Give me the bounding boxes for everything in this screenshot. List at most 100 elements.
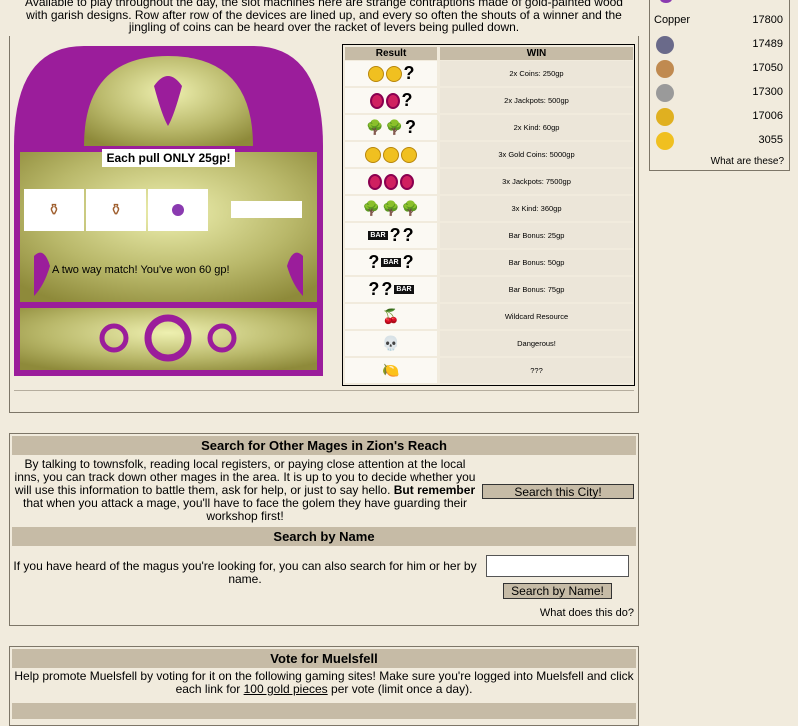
currency-value: 17800 [752, 14, 783, 26]
bar-icon: BAR [394, 285, 414, 294]
currency-row: 17489 [653, 35, 787, 55]
skull-icon: 💀 [382, 335, 400, 351]
description-line: workshop first! [206, 509, 284, 523]
question-icon: ? [368, 279, 380, 299]
pay-table-row: 🌳 🌳 🌳 3x Kind: 360gp [345, 196, 633, 221]
question-icon: ? [401, 90, 413, 110]
tree-icon: 🌳 [382, 200, 400, 216]
pay-table-row: ? 2x Coins: 250gp [345, 61, 633, 86]
what-does-this-do-link[interactable]: What does this do? [540, 607, 634, 619]
result-cell: 🍋 [345, 358, 437, 383]
search-mages-description: By talking to townsfolk, reading local r… [10, 458, 480, 523]
result-cell [345, 142, 437, 167]
gold-coin-icon [401, 146, 417, 163]
question-icon: ? [381, 279, 393, 299]
currency-row: 3055 [653, 131, 787, 151]
tree-icon: 🌳 [362, 200, 381, 216]
intro-text: Available to play throughout the day, th… [10, 0, 638, 34]
currency-value: 17006 [752, 110, 783, 122]
currency-icon [660, 0, 672, 3]
pay-table-row: 3x Jackpots: 7500gp [345, 169, 633, 194]
description-text: will use this information to battle them… [14, 483, 391, 497]
question-icon: ? [403, 63, 415, 83]
gold-coin-icon [385, 65, 402, 82]
question-icon: ? [402, 252, 414, 272]
pay-table-row: 🍋 ??? [345, 358, 633, 383]
currency-row: 17006 [653, 107, 787, 127]
bar-icon: BAR [368, 231, 388, 240]
search-mages-title: Search for Other Mages in Zion's Reach [12, 436, 636, 455]
reel-2: ⚱ [86, 189, 146, 231]
reel-1: ⚱ [24, 189, 84, 231]
pay-table-row: ? BAR? Bar Bonus: 50gp [345, 250, 633, 275]
pay-table-row: 🌳 🌳? 2x Kind: 60gp [345, 115, 633, 140]
win-cell: ??? [440, 358, 633, 383]
result-cell: 🍒 [345, 304, 437, 329]
what-are-these-link[interactable]: What are these? [711, 156, 784, 167]
pay-table-row: 🍒 Wildcard Resource [345, 304, 633, 329]
leaf-icon: 🍋 [382, 362, 400, 378]
gold-coin-icon [367, 65, 384, 82]
currency-row: 17300 [653, 83, 787, 103]
question-icon: ? [368, 252, 380, 272]
pay-table-row: 3x Gold Coins: 5000gp [345, 142, 633, 167]
urn-icon: ⚱ [109, 202, 123, 219]
currency-row: 17050 [653, 59, 787, 79]
result-cell: ? BAR? [345, 250, 437, 275]
gear-coin-icon [656, 36, 674, 54]
win-cell: 2x Kind: 60gp [440, 115, 633, 140]
reel-3 [148, 189, 208, 231]
jackpot-icon [385, 92, 400, 109]
result-cell: BAR?? [345, 223, 437, 248]
win-cell: Bar Bonus: 75gp [440, 277, 633, 302]
bar-icon: BAR [381, 258, 401, 267]
pay-table: Result WIN ? 2x Coins: 250gp? 2x Jackpot… [342, 44, 635, 386]
win-cell: 3x Kind: 360gp [440, 196, 633, 221]
jackpot-icon [400, 173, 414, 190]
result-cell: 💀 [345, 331, 437, 356]
silver-ingot-icon [656, 84, 674, 102]
currency-value: 17300 [752, 86, 783, 98]
description-line: each link for 100 gold pieces per vote (… [10, 683, 638, 696]
result-message: A two way match! You've won 60 gp! [52, 264, 230, 276]
tree-icon: 🌳 [401, 200, 420, 216]
gold-coin-icon [365, 146, 381, 163]
vote-panel: Vote for Muelsfell Help promote Muelsfel… [9, 646, 639, 726]
win-cell: 3x Jackpots: 7500gp [440, 169, 633, 194]
currency-value: 17489 [752, 38, 783, 50]
gold-pieces-link[interactable]: 100 gold pieces [244, 682, 328, 696]
currency-row: Copper 17800 [653, 11, 787, 31]
cherry-icon: 🍒 [382, 308, 400, 324]
win-cell: Bar Bonus: 50gp [440, 250, 633, 275]
result-cell: ? [345, 61, 437, 86]
search-by-name-button[interactable]: Search by Name! [503, 583, 612, 599]
divider [14, 390, 634, 391]
result-cell: 🌳 🌳 🌳 [345, 196, 437, 221]
description-line: name. [228, 572, 262, 586]
win-cell: 2x Coins: 250gp [440, 61, 633, 86]
search-mages-panel: Search for Other Mages in Zion's Reach B… [9, 433, 639, 626]
search-by-name-description: If you have heard of the magus you're lo… [10, 560, 480, 586]
amethyst-icon [172, 204, 184, 216]
bronze-coin-icon [656, 60, 674, 78]
description-text: per vote (limit once a day). [327, 682, 473, 696]
description-emphasis: But remember [393, 483, 476, 497]
win-cell: 2x Jackpots: 500gp [440, 88, 633, 113]
gold-coin-icon [383, 146, 399, 163]
question-icon: ? [402, 225, 414, 245]
search-by-name-title: Search by Name [12, 527, 636, 546]
question-icon: ? [404, 117, 416, 137]
vote-title: Vote for Muelsfell [12, 649, 636, 668]
pay-table-row: BAR?? Bar Bonus: 25gp [345, 223, 633, 248]
currency-label: Copper [654, 14, 691, 26]
col-win-header: WIN [440, 47, 633, 60]
search-city-button[interactable]: Search this City! [482, 484, 634, 499]
vote-description: Help promote Muelsfell by voting for it … [10, 670, 638, 696]
mage-name-input[interactable] [486, 555, 629, 577]
win-cell: Wildcard Resource [440, 304, 633, 329]
gold-ingot-icon [656, 108, 674, 126]
result-cell [345, 169, 437, 194]
currency-value: 3055 [758, 134, 783, 146]
pull-lever[interactable] [231, 201, 302, 218]
currency-value: 17050 [752, 62, 783, 74]
